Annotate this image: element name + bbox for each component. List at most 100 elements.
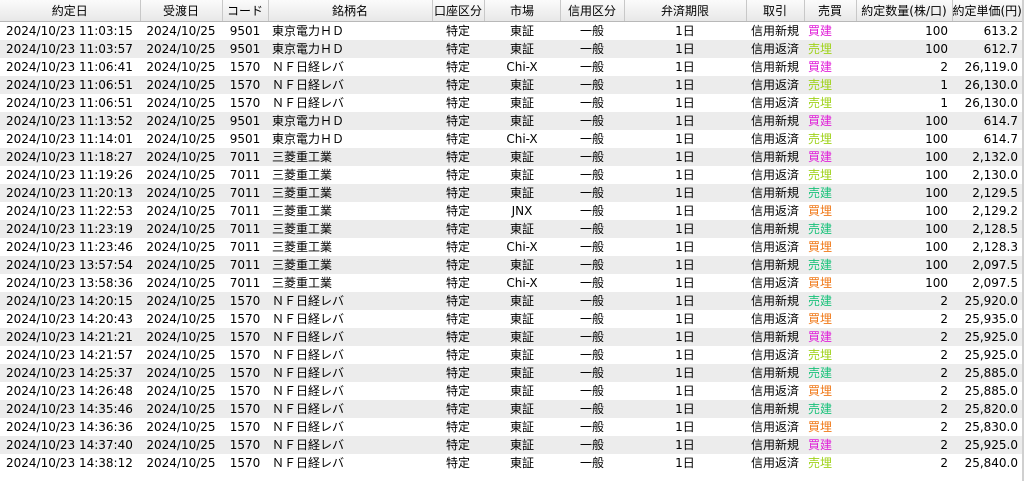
cell-quantity: 2 xyxy=(856,364,952,382)
cell-settlement-date: 2024/10/25 xyxy=(140,310,222,328)
cell-account-type: 特定 xyxy=(432,148,484,166)
table-row[interactable]: 2024/10/23 11:23:46 2024/10/25 7011 三菱重工業 特定… xyxy=(0,238,1022,256)
cell-side: 売埋 xyxy=(804,94,856,112)
table-row[interactable]: 2024/10/23 14:20:43 2024/10/25 1570 ＮＦ日経レバ特… xyxy=(0,310,1022,328)
cell-security-name: 三菱重工業 xyxy=(268,238,432,256)
cell-margin-type: 一般 xyxy=(560,418,624,436)
table-row[interactable]: 2024/10/23 11:14:01 2024/10/25 9501 東京電力ＨＤ 特… xyxy=(0,130,1022,148)
cell-price: 25,820.0 xyxy=(952,400,1022,418)
cell-side: 売埋 xyxy=(804,454,856,472)
cell-code: 9501 xyxy=(222,21,268,40)
cell-security-name: ＮＦ日経レバ xyxy=(268,76,432,94)
cell-price: 25,935.0 xyxy=(952,310,1022,328)
table-row[interactable]: 2024/10/23 11:03:15 2024/10/25 9501 東京電力ＨＤ 特… xyxy=(0,21,1022,40)
column-header-quantity[interactable]: 約定数量(株/口) xyxy=(856,0,953,22)
column-header-security-name[interactable]: 銘柄名 xyxy=(268,0,433,22)
cell-security-name: ＮＦ日経レバ xyxy=(268,58,432,76)
cell-account-type: 特定 xyxy=(432,166,484,184)
cell-transaction: 信用返済 xyxy=(746,40,804,58)
column-header-trade-date[interactable]: 約定日 xyxy=(0,0,141,22)
cell-repayment-deadline: 1日 xyxy=(624,454,746,472)
cell-security-name: ＮＦ日経レバ xyxy=(268,436,432,454)
table-row[interactable]: 2024/10/23 14:36:36 2024/10/25 1570 ＮＦ日経レバ特… xyxy=(0,418,1022,436)
cell-account-type: 特定 xyxy=(432,310,484,328)
cell-quantity: 100 xyxy=(856,112,952,130)
cell-settlement-date: 2024/10/25 xyxy=(140,328,222,346)
table-row[interactable]: 2024/10/23 11:06:51 2024/10/25 1570 ＮＦ日経レバ特… xyxy=(0,76,1022,94)
cell-trade-date: 2024/10/23 13:58:36 xyxy=(0,274,140,292)
cell-margin-type: 一般 xyxy=(560,292,624,310)
cell-code: 7011 xyxy=(222,166,268,184)
cell-price: 2,129.5 xyxy=(952,184,1022,202)
column-header-margin-type[interactable]: 信用区分 xyxy=(560,0,625,22)
cell-trade-date: 2024/10/23 11:19:26 xyxy=(0,166,140,184)
cell-security-name: ＮＦ日経レバ xyxy=(268,328,432,346)
cell-quantity: 100 xyxy=(856,184,952,202)
cell-transaction: 信用新規 xyxy=(746,58,804,76)
table-row[interactable]: 2024/10/23 11:03:57 2024/10/25 9501 東京電力ＨＤ 特… xyxy=(0,40,1022,58)
cell-repayment-deadline: 1日 xyxy=(624,436,746,454)
cell-transaction: 信用返済 xyxy=(746,274,804,292)
table-row[interactable]: 2024/10/23 14:25:37 2024/10/25 1570 ＮＦ日経レバ特… xyxy=(0,364,1022,382)
table-row[interactable]: 2024/10/23 13:57:54 2024/10/25 7011 三菱重工業 特定… xyxy=(0,256,1022,274)
cell-market: Chi-X xyxy=(484,238,560,256)
cell-transaction: 信用返済 xyxy=(746,238,804,256)
cell-price: 26,130.0 xyxy=(952,76,1022,94)
table-row[interactable]: 2024/10/23 11:06:51 2024/10/25 1570 ＮＦ日経レバ特… xyxy=(0,94,1022,112)
table-row[interactable]: 2024/10/23 14:26:48 2024/10/25 1570 ＮＦ日経レバ特… xyxy=(0,382,1022,400)
cell-code: 1570 xyxy=(222,418,268,436)
cell-side: 買埋 xyxy=(804,238,856,256)
column-header-transaction[interactable]: 取引 xyxy=(746,0,805,22)
cell-market: 東証 xyxy=(484,76,560,94)
table-row[interactable]: 2024/10/23 14:37:40 2024/10/25 1570 ＮＦ日経レバ特… xyxy=(0,436,1022,454)
cell-transaction: 信用返済 xyxy=(746,418,804,436)
table-row[interactable]: 2024/10/23 11:23:19 2024/10/25 7011 三菱重工業 特定… xyxy=(0,220,1022,238)
cell-side: 買建 xyxy=(804,58,856,76)
cell-settlement-date: 2024/10/25 xyxy=(140,256,222,274)
cell-account-type: 特定 xyxy=(432,256,484,274)
cell-market: 東証 xyxy=(484,292,560,310)
cell-repayment-deadline: 1日 xyxy=(624,238,746,256)
table-row[interactable]: 2024/10/23 14:20:15 2024/10/25 1570 ＮＦ日経レバ特… xyxy=(0,292,1022,310)
table-row[interactable]: 2024/10/23 14:21:57 2024/10/25 1570 ＮＦ日経レバ特… xyxy=(0,346,1022,364)
cell-trade-date: 2024/10/23 11:23:46 xyxy=(0,238,140,256)
cell-settlement-date: 2024/10/25 xyxy=(140,238,222,256)
cell-settlement-date: 2024/10/25 xyxy=(140,220,222,238)
column-header-repayment-deadline[interactable]: 弁済期限 xyxy=(624,0,747,22)
table-row[interactable]: 2024/10/23 11:18:27 2024/10/25 7011 三菱重工業 特定… xyxy=(0,148,1022,166)
cell-market: 東証 xyxy=(484,256,560,274)
column-header-settlement-date[interactable]: 受渡日 xyxy=(140,0,223,22)
table-row[interactable]: 2024/10/23 11:06:41 2024/10/25 1570 ＮＦ日経レバ特… xyxy=(0,58,1022,76)
cell-trade-date: 2024/10/23 11:03:15 xyxy=(0,21,140,40)
cell-account-type: 特定 xyxy=(432,418,484,436)
table-row[interactable]: 2024/10/23 14:21:21 2024/10/25 1570 ＮＦ日経レバ特… xyxy=(0,328,1022,346)
cell-repayment-deadline: 1日 xyxy=(624,364,746,382)
cell-side: 買建 xyxy=(804,328,856,346)
cell-security-name: 東京電力ＨＤ xyxy=(268,130,432,148)
cell-market: 東証 xyxy=(484,436,560,454)
cell-side: 買埋 xyxy=(804,418,856,436)
table-row[interactable]: 2024/10/23 11:13:52 2024/10/25 9501 東京電力ＨＤ 特… xyxy=(0,112,1022,130)
cell-transaction: 信用新規 xyxy=(746,292,804,310)
cell-code: 9501 xyxy=(222,40,268,58)
column-header-side[interactable]: 売買 xyxy=(804,0,857,22)
cell-security-name: ＮＦ日経レバ xyxy=(268,454,432,472)
column-header-account-type[interactable]: 口座区分 xyxy=(432,0,485,22)
column-header-code[interactable]: コード xyxy=(222,0,269,22)
column-header-price[interactable]: 約定単価(円) xyxy=(952,0,1023,22)
column-header-market[interactable]: 市場 xyxy=(484,0,561,22)
cell-side: 売埋 xyxy=(804,130,856,148)
cell-market: 東証 xyxy=(484,364,560,382)
table-row[interactable]: 2024/10/23 14:38:12 2024/10/25 1570 ＮＦ日経レバ特… xyxy=(0,454,1022,472)
table-row[interactable]: 2024/10/23 11:22:53 2024/10/25 7011 三菱重工業 特定… xyxy=(0,202,1022,220)
cell-price: 614.7 xyxy=(952,130,1022,148)
table-row[interactable]: 2024/10/23 11:19:26 2024/10/25 7011 三菱重工業 特定… xyxy=(0,166,1022,184)
table-row[interactable]: 2024/10/23 11:20:13 2024/10/25 7011 三菱重工業 特定… xyxy=(0,184,1022,202)
cell-quantity: 100 xyxy=(856,130,952,148)
cell-trade-date: 2024/10/23 14:38:12 xyxy=(0,454,140,472)
cell-transaction: 信用新規 xyxy=(746,21,804,40)
table-row[interactable]: 2024/10/23 14:35:46 2024/10/25 1570 ＮＦ日経レバ特… xyxy=(0,400,1022,418)
cell-margin-type: 一般 xyxy=(560,76,624,94)
table-row[interactable]: 2024/10/23 13:58:36 2024/10/25 7011 三菱重工業 特定… xyxy=(0,274,1022,292)
cell-security-name: 東京電力ＨＤ xyxy=(268,40,432,58)
